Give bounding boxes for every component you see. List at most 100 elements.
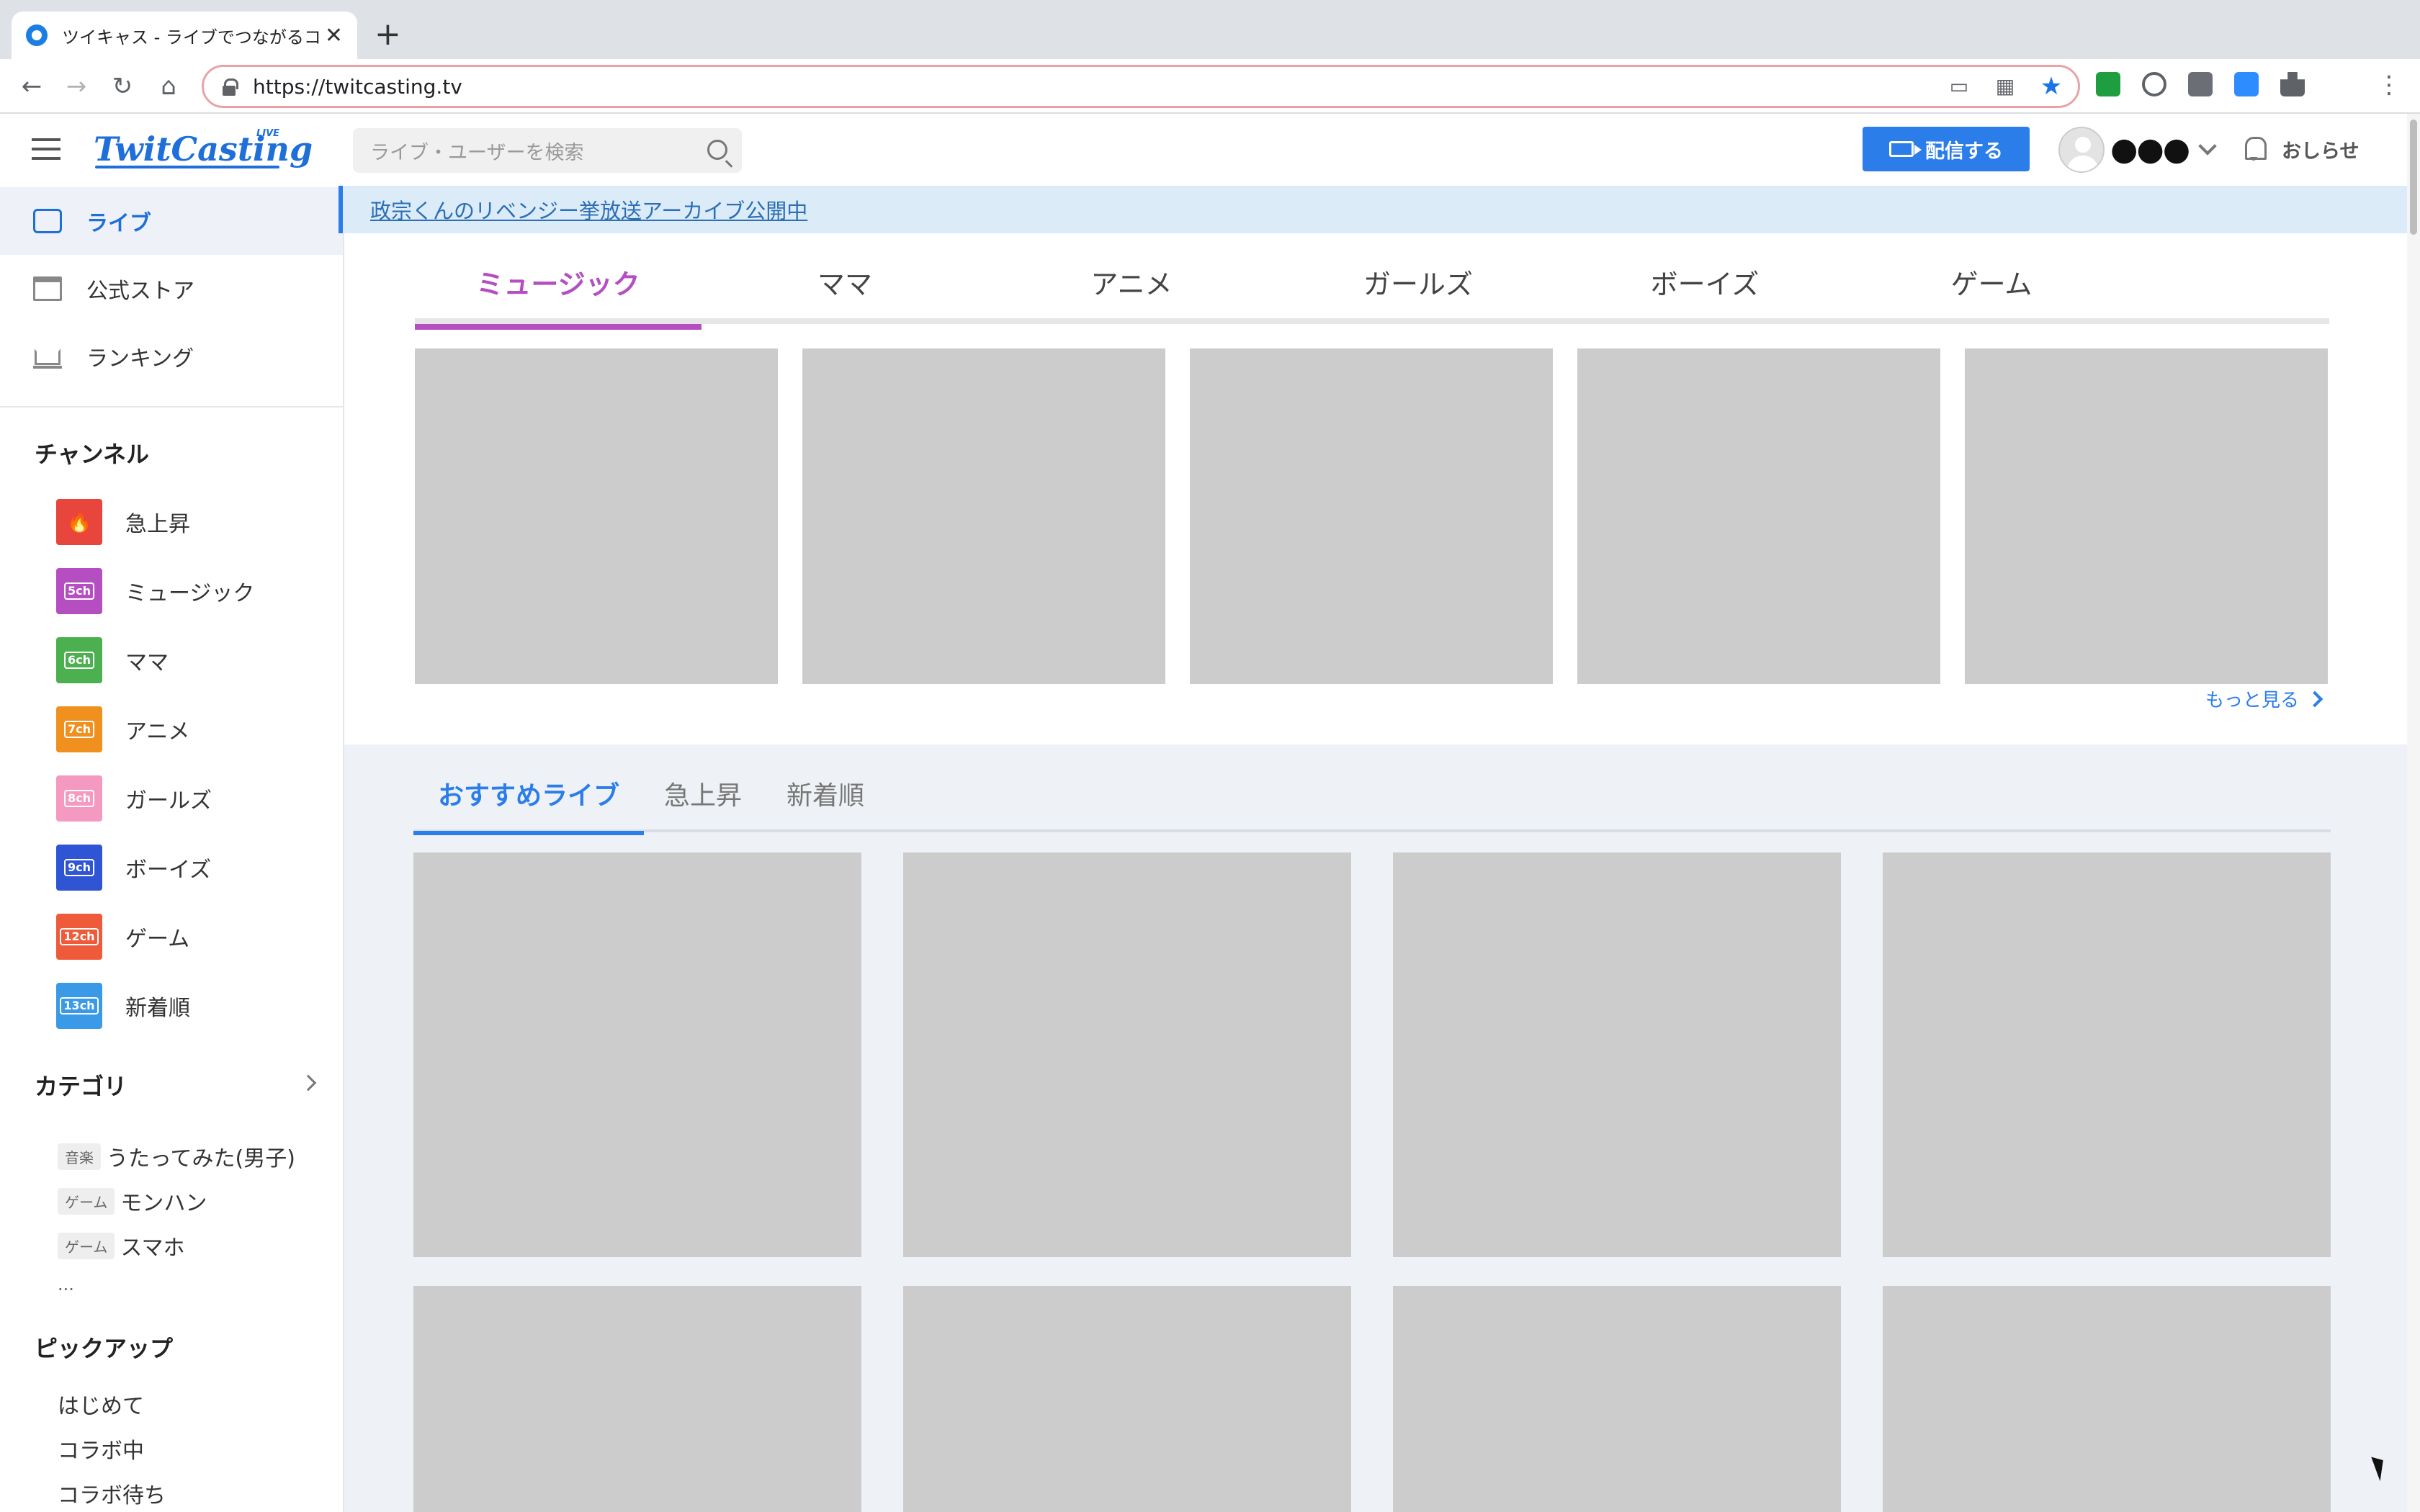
live-card[interactable] <box>1883 1286 2331 1512</box>
channel-tv-icon: 9ch <box>56 845 102 891</box>
back-button[interactable]: ← <box>16 71 48 102</box>
search-input[interactable]: ライブ・ユーザーを検索 <box>353 128 742 173</box>
hamburger-menu-icon[interactable] <box>32 138 60 160</box>
zoom-extension-icon[interactable] <box>2234 72 2259 96</box>
checkmark-extension-icon[interactable] <box>2096 72 2120 96</box>
tab-game[interactable]: ゲーム <box>1848 262 2135 324</box>
more-link[interactable]: もっと見る <box>2205 685 2323 712</box>
address-url: https://twitcasting.tv <box>253 74 462 99</box>
live-card[interactable] <box>1393 1286 1841 1512</box>
lock-icon[interactable] <box>223 78 238 96</box>
browser-menu-icon[interactable]: ⋮ <box>2377 71 2401 99</box>
live-card[interactable] <box>413 1286 861 1512</box>
username[interactable]: ●●● <box>2110 131 2190 168</box>
live-thumbnail[interactable] <box>415 348 778 684</box>
channel-item-trending[interactable]: 🔥 急上昇 <box>56 498 330 546</box>
search-icon[interactable] <box>707 140 727 160</box>
channel-item-mama[interactable]: 6ch ママ <box>56 636 330 684</box>
live-thumbnail[interactable] <box>1190 348 1553 684</box>
live-thumbnail[interactable] <box>802 348 1165 684</box>
category-label: モンハン <box>120 1191 207 1216</box>
scrollbar-thumb[interactable] <box>2410 120 2417 235</box>
channel-label: ミュージック <box>125 581 255 606</box>
recommend-tab-bar: おすすめライブ 急上昇 新着順 <box>413 768 2331 835</box>
live-thumbnail[interactable] <box>1577 348 1940 684</box>
site-logo[interactable]: TwitCasting <box>94 130 313 168</box>
tab-girls[interactable]: ガールズ <box>1275 262 1561 324</box>
chevron-right-icon[interactable] <box>300 1074 317 1092</box>
sidebar: ライブ 公式ストア ランキング チャンネル 🔥 急上昇 5ch ミュージック 6… <box>0 186 344 1512</box>
pickup-item-first-time[interactable]: はじめて <box>58 1388 144 1420</box>
live-card[interactable] <box>1393 852 1841 1257</box>
browser-tab[interactable]: ツイキャス - ライブでつながるコミュニティ ✕ <box>12 12 357 59</box>
live-thumbnail[interactable] <box>1965 348 2328 684</box>
channel-label: アニメ <box>125 719 190 744</box>
forward-button[interactable]: → <box>60 71 92 102</box>
channel-item-game[interactable]: 12ch ゲーム <box>56 913 330 960</box>
tab-music[interactable]: ミュージック <box>415 262 702 330</box>
cast-icon[interactable]: ▭ <box>1947 74 1971 99</box>
page-scrollbar[interactable] <box>2407 114 2420 1512</box>
channel-tv-icon: 7ch <box>56 706 102 752</box>
site-header: TwitCasting LIVE ライブ・ユーザーを検索 配信する ●●● おし… <box>0 114 2407 186</box>
notifications-link[interactable]: おしらせ <box>2282 135 2359 163</box>
category-badge: ゲーム <box>58 1232 115 1259</box>
bell-icon[interactable] <box>2243 135 2267 161</box>
channel-item-boys[interactable]: 9ch ボーイズ <box>56 844 330 891</box>
genre-tab-bar: ミュージック ママ アニメ ガールズ ボーイズ ゲーム <box>415 255 2329 330</box>
tab-recommended-live[interactable]: おすすめライブ <box>413 775 645 835</box>
channel-item-newest[interactable]: 13ch 新着順 <box>56 982 330 1030</box>
sidebar-item-live[interactable]: ライブ <box>0 187 343 255</box>
avatar[interactable] <box>2058 127 2105 173</box>
headphones-extension-icon[interactable] <box>2142 72 2166 96</box>
address-bar[interactable]: https://twitcasting.tv ▭ ▦ ★ <box>202 65 2080 108</box>
categories-heading[interactable]: カテゴリ <box>35 1068 127 1102</box>
tab-close-icon[interactable]: ✕ <box>325 23 343 48</box>
puzzle-extensions-icon[interactable] <box>2280 72 2305 96</box>
chevron-down-icon[interactable] <box>2198 137 2217 156</box>
channel-item-music[interactable]: 5ch ミュージック <box>56 567 330 615</box>
bookmark-star-icon[interactable]: ★ <box>2039 74 2063 99</box>
reload-button[interactable]: ↻ <box>107 71 138 102</box>
channels-heading: チャンネル <box>35 441 150 468</box>
tab-trending[interactable]: 急上昇 <box>640 775 766 832</box>
qr-code-icon[interactable]: ▦ <box>1993 74 2017 99</box>
announcement-link[interactable]: 政宗くんのリベンジー挙放送アーカイブ公開中 <box>370 194 807 225</box>
pickup-item-collab-waiting[interactable]: コラボ待ち <box>58 1477 166 1509</box>
category-badge: 音楽 <box>58 1143 101 1170</box>
category-item[interactable]: ゲーム スマホ <box>58 1230 185 1261</box>
sidebar-item-ranking[interactable]: ランキング <box>0 323 343 390</box>
browser-tabstrip: ツイキャス - ライブでつながるコミュニティ ✕ + <box>0 0 2420 59</box>
live-card[interactable] <box>1883 852 2331 1257</box>
channel-tv-icon: 13ch <box>56 983 102 1029</box>
tab-mama[interactable]: ママ <box>702 262 988 324</box>
live-card[interactable] <box>903 1286 1351 1512</box>
channel-tv-icon: 6ch <box>56 637 102 683</box>
category-item[interactable]: ゲーム モンハン <box>58 1185 207 1217</box>
profile-extension-icon[interactable] <box>2188 72 2213 96</box>
broadcast-button[interactable]: 配信する <box>1863 127 2030 171</box>
tab-newest[interactable]: 新着順 <box>762 775 889 832</box>
live-card[interactable] <box>413 852 861 1257</box>
more-label: もっと見る <box>2205 690 2300 711</box>
broadcast-label: 配信する <box>1925 140 2003 163</box>
tab-boys[interactable]: ボーイズ <box>1561 262 1848 324</box>
channel-item-anime[interactable]: 7ch アニメ <box>56 706 330 753</box>
live-card[interactable] <box>903 852 1351 1257</box>
tab-title: ツイキャス - ライブでつながるコミュニティ <box>62 27 321 48</box>
channel-label: ゲーム <box>125 927 190 952</box>
new-tab-button[interactable]: + <box>375 17 401 52</box>
category-item[interactable]: 音楽 うたってみた(男子) <box>58 1140 295 1172</box>
sidebar-item-store[interactable]: 公式ストア <box>0 255 343 323</box>
tv-icon <box>33 209 62 233</box>
sidebar-item-label: ライブ <box>86 211 151 236</box>
categories-more[interactable]: ... <box>58 1274 74 1295</box>
omnibox-actions: ▭ ▦ ★ <box>1947 74 2063 99</box>
sidebar-item-label: ランキング <box>86 346 194 372</box>
channel-item-girls[interactable]: 8ch ガールズ <box>56 775 330 822</box>
tab-anime[interactable]: アニメ <box>988 262 1275 324</box>
crown-icon <box>33 344 62 369</box>
home-button[interactable]: ⌂ <box>153 71 184 102</box>
pickup-item-collab[interactable]: コラボ中 <box>58 1433 144 1464</box>
logo-live-badge: LIVE <box>256 128 280 139</box>
